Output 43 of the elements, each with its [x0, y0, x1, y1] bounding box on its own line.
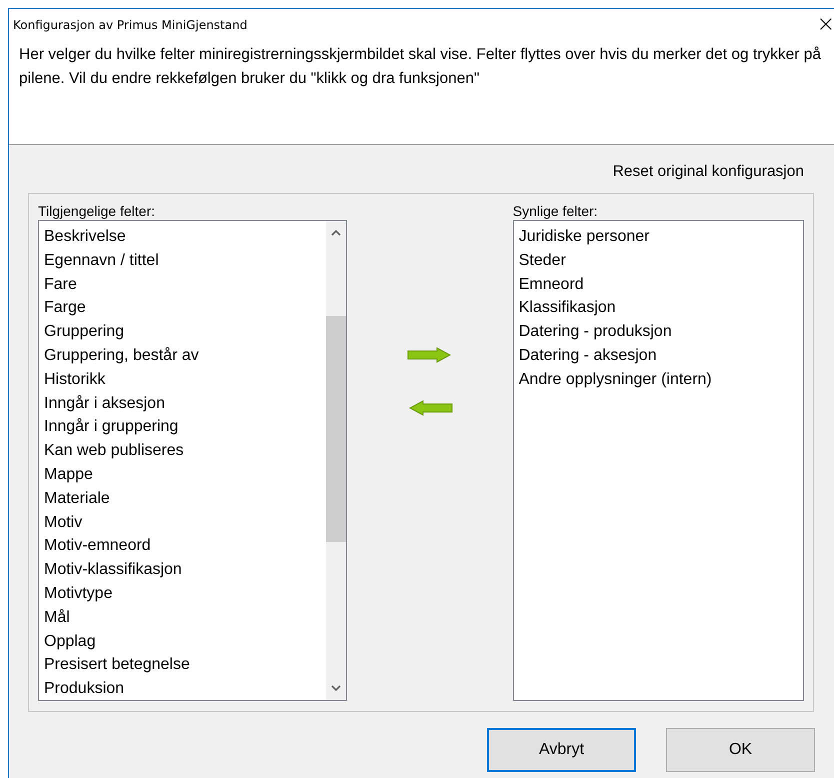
available-fields-list[interactable] — [38, 220, 348, 701]
list-item[interactable]: Presisert betegnelse — [44, 653, 322, 678]
list-item[interactable]: Klassifikasjon — [518, 296, 798, 320]
close-button[interactable]: × — [812, 14, 834, 36]
scrollbar-thumb[interactable] — [326, 316, 346, 542]
list-item[interactable]: Andre opplysninger (intern) — [518, 368, 798, 392]
list-item[interactable]: Historikk — [44, 368, 322, 392]
reset-link[interactable]: Reset original konfigurasjon — [612, 163, 804, 193]
list-item[interactable]: Motivtype — [44, 582, 322, 606]
list-item[interactable]: Datering - aksesjon — [518, 344, 798, 368]
list-item[interactable]: Inngår i aksesjon — [44, 392, 322, 416]
window-title: Konfigurasjon av Primus MiniGjenstand — [13, 18, 248, 32]
list-item[interactable]: Datering - produksjon — [518, 320, 798, 344]
cancel-button[interactable]: Avbryt — [487, 728, 636, 772]
list-item[interactable]: Beskrivelse — [44, 225, 322, 249]
list-item[interactable]: Motiv-emneord — [44, 534, 322, 558]
list-item[interactable]: Emneord — [518, 272, 798, 296]
list-item[interactable]: Mål — [44, 606, 322, 630]
list-item[interactable]: Motiv-klassifikasjon — [44, 558, 322, 582]
list-item[interactable]: Inngår i gruppering — [44, 415, 322, 440]
list-item[interactable]: Kan web publiseres — [44, 439, 322, 463]
scroll-down-icon[interactable] — [331, 685, 342, 692]
list-item[interactable]: Opplag — [44, 630, 322, 654]
list-item[interactable]: Materiale — [44, 486, 322, 511]
list-item[interactable]: Motiv — [44, 510, 322, 534]
list-label: Tilgjengelige felter: — [38, 202, 156, 220]
scrollbar[interactable] — [326, 221, 346, 700]
list-label: Synlige felter: — [512, 202, 599, 220]
list-item[interactable]: Mappe — [44, 462, 322, 487]
ok-button[interactable]: OK — [666, 728, 815, 772]
list-item[interactable]: Juridiske personer — [518, 225, 798, 249]
list-item[interactable]: Farge — [44, 296, 322, 320]
list-item[interactable]: Gruppering — [44, 320, 322, 344]
visible-fields-list[interactable]: Juridiske personer Steder Emneord Klassifikasjon Datering - produksjon Datering - aksesjon Andre opplysninger (intern) — [512, 220, 804, 701]
list-item[interactable]: Egennavn / tittel — [44, 248, 322, 273]
list-item[interactable]: Steder — [518, 248, 798, 273]
right-arrow-button[interactable] — [406, 347, 453, 363]
list-item[interactable]: Fare — [44, 272, 322, 296]
description-text: Her velger du hvilke felter miniregistrerningsskjermbildet skal vise. Felter flyttes over hvis du merker det og trykker på pilene. Vil du endre rekkefølgen bruker du "klikk og dra funksjonen" — [19, 45, 822, 89]
list-item[interactable]: Gruppering, består av — [44, 344, 322, 368]
list-item[interactable]: Produksion — [44, 677, 322, 700]
left-arrow-button[interactable] — [406, 400, 453, 416]
scroll-up-icon[interactable] — [331, 229, 342, 236]
